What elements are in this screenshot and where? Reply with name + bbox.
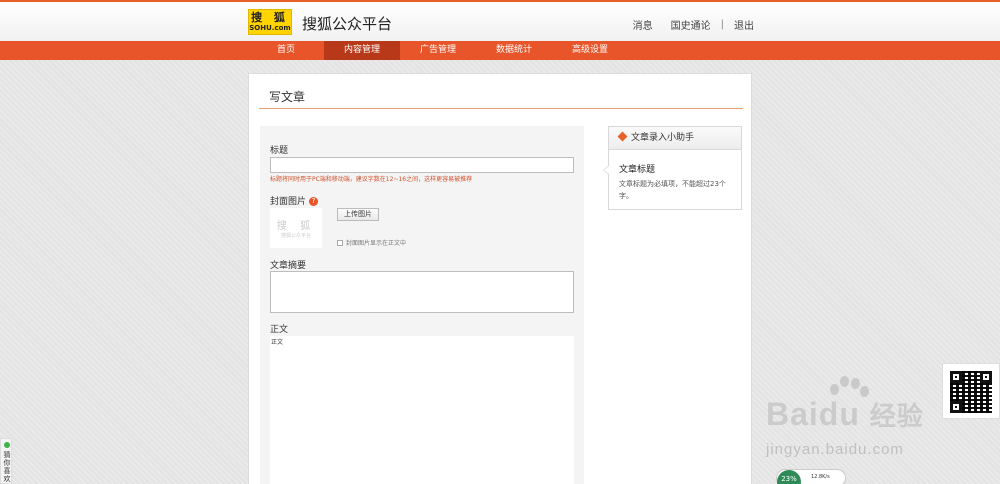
top-links: 消息 国史通论 | 退出 xyxy=(615,17,754,32)
nav-item-ad-management[interactable]: 广告管理 xyxy=(400,41,476,60)
cover-label-row: 封面图片? xyxy=(270,194,319,207)
checkbox-box[interactable] xyxy=(337,239,343,246)
helper-pointer-inner xyxy=(604,166,609,174)
helper-header: 文章录入小助手 xyxy=(609,127,741,150)
nav-item-home[interactable]: 首页 xyxy=(248,41,324,60)
network-speed-widget[interactable]: 23% 12.8K/s xyxy=(776,469,846,484)
title-input[interactable] xyxy=(270,157,574,173)
cover-image-thumbnail[interactable]: 搜 狐 搜狐公众平台 xyxy=(270,208,322,248)
body-editor[interactable]: 正文 xyxy=(270,336,574,484)
logout-link[interactable]: 退出 xyxy=(734,17,754,32)
cover-thumb-logo: 搜 狐 xyxy=(276,221,316,232)
messages-link[interactable]: 消息 xyxy=(633,17,653,32)
help-icon[interactable]: ? xyxy=(309,197,319,206)
top-header: 搜 狐 SOHU.com 搜狐公众平台 消息 国史通论 | 退出 xyxy=(0,0,1000,41)
helper-title: 文章录入小助手 xyxy=(631,133,695,143)
speed-percent: 23% xyxy=(777,470,801,484)
baidu-jingyan-watermark: Baidu 经验 jingyan.baidu.com xyxy=(766,376,946,466)
link-separator: | xyxy=(720,19,724,30)
summary-textarea[interactable] xyxy=(270,271,574,313)
nav-item-content-management[interactable]: 内容管理 xyxy=(324,41,400,60)
body-label: 正文 xyxy=(270,325,289,335)
title-hint: 标题将同时用于PC端和移动端，建议字数在12~16之间，这样更容易被推荐 xyxy=(270,176,473,183)
nav-item-advanced-settings[interactable]: 高级设置 xyxy=(552,41,628,60)
logo-text: 搜 狐 xyxy=(251,11,289,24)
account-name-link[interactable]: 国史通论 xyxy=(671,17,711,32)
side-tab-label: 猜你喜欢 xyxy=(3,451,11,483)
article-form: 标题 标题将同时用于PC端和移动端，建议字数在12~16之间，这样更容易被推荐 … xyxy=(260,126,584,484)
write-article-card: 写文章 标题 标题将同时用于PC端和移动端，建议字数在12~16之间，这样更容易… xyxy=(248,73,752,484)
cover-checkbox-label: 封面图片显示在正文中 xyxy=(346,240,407,247)
guess-you-like-tab[interactable]: 猜你喜欢 xyxy=(0,438,12,484)
status-dot-icon xyxy=(4,442,10,448)
qr-code-pattern xyxy=(950,371,992,413)
page-title: 写文章 xyxy=(269,90,306,104)
upload-image-button[interactable]: 上传图片 xyxy=(337,208,379,221)
article-helper-panel: 文章录入小助手 文章标题 文章标题为必填项，不能超过23个字。 xyxy=(603,126,742,210)
cover-label: 封面图片 xyxy=(270,197,307,207)
logo-subtext: SOHU.com xyxy=(249,24,291,32)
speed-rate: 12.8K/s xyxy=(811,474,830,480)
platform-title: 搜狐公众平台 xyxy=(302,15,393,33)
main-nav: 首页 内容管理 广告管理 数据统计 高级设置 xyxy=(0,41,1000,60)
watermark-brand: Baidu 经验 xyxy=(766,396,924,432)
cover-thumb-subtext: 搜狐公众平台 xyxy=(280,233,311,239)
nav-item-statistics[interactable]: 数据统计 xyxy=(476,41,552,60)
helper-subtitle: 文章标题 xyxy=(619,165,656,175)
sohu-logo[interactable]: 搜 狐 SOHU.com xyxy=(248,9,292,35)
title-label: 标题 xyxy=(270,146,289,156)
cover-in-body-checkbox[interactable]: 封面图片显示在正文中 xyxy=(337,238,406,247)
summary-label: 文章摘要 xyxy=(270,261,307,271)
helper-text: 文章标题为必填项，不能超过23个字。 xyxy=(619,180,726,200)
watermark-url: jingyan.baidu.com xyxy=(766,441,904,458)
qr-code[interactable] xyxy=(942,363,1000,419)
body-placeholder: 正文 xyxy=(271,339,284,346)
title-divider xyxy=(259,108,743,109)
diamond-icon xyxy=(617,131,628,142)
